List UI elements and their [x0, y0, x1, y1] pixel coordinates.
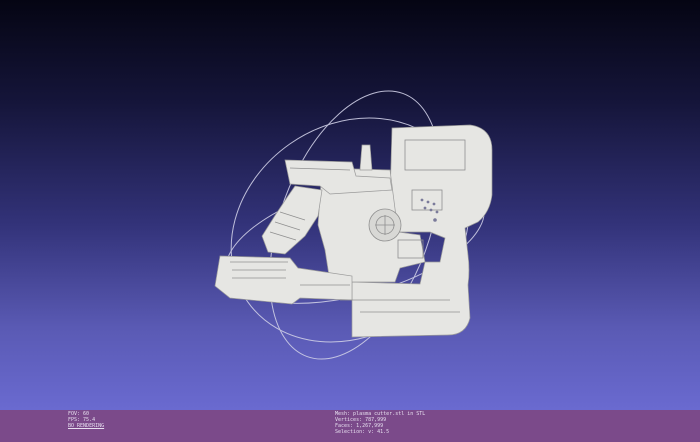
status-selection: Selection: v: 41.5	[335, 429, 390, 435]
status-renderer: BO_RENDERING	[68, 423, 105, 429]
status-left: FOV: 60 FPS: 75.4 BO_RENDERING	[68, 411, 104, 429]
mesh-top-post	[359, 144, 373, 171]
mesh-scene[interactable]	[0, 0, 700, 410]
mesh-grip	[261, 185, 323, 255]
3d-viewport[interactable]	[0, 0, 700, 410]
status-bar: FOV: 60 FPS: 75.4 BO_RENDERING Mesh: pla…	[0, 410, 700, 442]
status-right: Mesh: plasma cutter.stl in STL Vertices:…	[335, 411, 425, 435]
mesh-model[interactable]	[214, 124, 493, 338]
